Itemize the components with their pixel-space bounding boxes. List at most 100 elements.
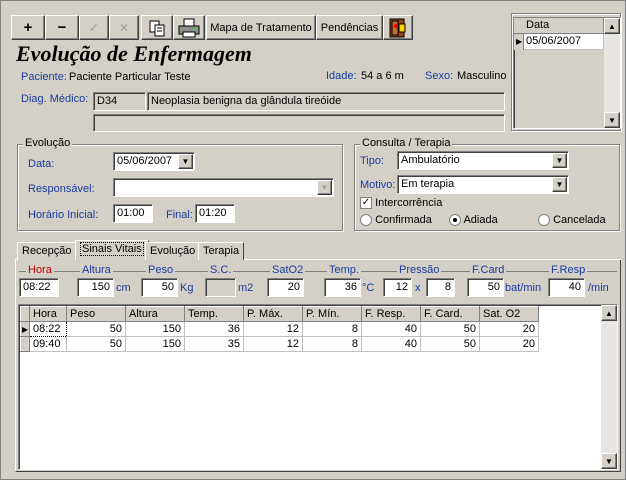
pressao-separator: x [415, 282, 421, 294]
vitals-grid[interactable]: Hora Peso Altura Temp. P. Máx. P. Mín. F… [18, 304, 618, 470]
column-header[interactable]: F. Resp. [361, 306, 421, 322]
sexo-label: Sexo: [425, 70, 454, 82]
radio-cancelada[interactable]: Cancelada [538, 214, 606, 227]
copy-icon [149, 20, 165, 36]
peso-unit: Kg [180, 282, 194, 294]
table-cell[interactable]: 12 [243, 321, 303, 337]
table-cell[interactable]: 09:40 [29, 336, 67, 352]
altura-input[interactable]: 150 [77, 278, 114, 297]
fcard-input[interactable]: 50 [467, 278, 504, 297]
table-cell[interactable]: 35 [184, 336, 244, 352]
evolucao-group-title: Evolução [23, 137, 73, 149]
table-cell[interactable]: 150 [125, 336, 185, 352]
scroll-up-icon[interactable]: ▲ [601, 305, 617, 321]
sato2-input[interactable]: 20 [267, 278, 304, 297]
date-list-header[interactable]: Data [514, 18, 604, 34]
table-cell[interactable]: 40 [361, 336, 421, 352]
copy-button[interactable] [141, 15, 173, 40]
tipo-select[interactable]: Ambulatório ▼ [397, 151, 569, 170]
column-header[interactable]: P. Mín. [302, 306, 362, 322]
date-list-scrollbar[interactable]: ▲ ▼ [604, 18, 620, 128]
data-field[interactable]: 05/06/2007 ▼ [113, 152, 195, 171]
tab-sinais-vitais[interactable]: Sinais Vitais [75, 240, 149, 260]
table-row[interactable]: 09:40 50 150 35 12 8 40 50 20 [20, 336, 539, 352]
table-cell[interactable]: 08:22 [29, 321, 67, 337]
peso-input[interactable]: 50 [141, 278, 178, 297]
tab-evolucao[interactable]: Evolução [145, 242, 201, 260]
fresp-unit: /min [588, 282, 609, 294]
horario-final-input[interactable]: 01:20 [195, 204, 235, 223]
scroll-down-icon[interactable]: ▼ [604, 112, 620, 128]
paciente-label: Paciente: [21, 71, 67, 83]
exit-button[interactable] [383, 15, 413, 40]
table-cell[interactable]: 50 [66, 336, 126, 352]
table-cell[interactable]: 20 [479, 336, 539, 352]
table-row[interactable]: ▶ 08:22 50 150 36 12 8 40 50 20 [20, 321, 539, 337]
pendencias-button[interactable]: Pendências [316, 15, 383, 40]
radio-confirmada[interactable]: Confirmada [360, 214, 432, 227]
consulta-group-title: Consulta / Terapia [360, 137, 453, 149]
tab-recepcao[interactable]: Recepção [17, 242, 77, 260]
column-header[interactable]: Hora [29, 306, 67, 322]
altura-label: Altura [80, 264, 113, 276]
column-header[interactable]: Temp. [184, 306, 244, 322]
intercorrencia-checkbox[interactable]: ✓ Intercorrência [360, 197, 442, 210]
table-cell[interactable]: 20 [479, 321, 539, 337]
table-cell[interactable]: 36 [184, 321, 244, 337]
column-header[interactable]: Sat. O2 [479, 306, 539, 322]
tipo-label: Tipo: [360, 155, 385, 167]
column-header[interactable]: Altura [125, 306, 185, 322]
radio-selected-icon[interactable] [449, 214, 461, 227]
table-cell[interactable]: 50 [66, 321, 126, 337]
row-indicator-icon: ▶ [514, 34, 524, 50]
grid-scrollbar[interactable]: ▲ ▼ [601, 305, 617, 469]
responsavel-select[interactable]: ▼ [113, 178, 334, 197]
exit-door-icon [389, 18, 406, 37]
hora-input[interactable]: 08:22 [19, 278, 59, 297]
table-cell[interactable]: 8 [302, 336, 362, 352]
tab-terapia[interactable]: Terapia [198, 242, 245, 260]
remove-button[interactable]: − [45, 15, 79, 40]
nursing-evolution-window: + − ✓ ✕ Mapa de Tratamento Pendências Ev… [0, 0, 626, 480]
checkmark-icon[interactable]: ✓ [360, 197, 372, 210]
add-button[interactable]: + [11, 15, 45, 40]
mapa-tratamento-button[interactable]: Mapa de Tratamento [206, 15, 316, 40]
table-cell[interactable]: 12 [243, 336, 303, 352]
confirm-button[interactable]: ✓ [79, 15, 109, 40]
table-cell[interactable]: 50 [420, 321, 480, 337]
tab-sinais-vitais-label: Sinais Vitais [80, 242, 144, 256]
radio-adiada[interactable]: Adiada [449, 214, 498, 227]
date-list-item[interactable]: 05/06/2007 [524, 34, 604, 50]
horario-inicial-input[interactable]: 01:00 [113, 204, 153, 223]
table-cell[interactable]: 40 [361, 321, 421, 337]
motivo-label: Motivo: [360, 179, 396, 191]
pressao-min-input[interactable]: 8 [426, 278, 455, 297]
temp-input[interactable]: 36 [324, 278, 361, 297]
radio-icon[interactable] [538, 214, 550, 227]
cancel-button[interactable]: ✕ [109, 15, 139, 40]
fresp-label: F.Resp [549, 264, 588, 276]
chevron-down-icon[interactable]: ▼ [552, 177, 567, 192]
motivo-select[interactable]: Em terapia ▼ [397, 175, 569, 194]
row-indicator-icon: ▶ [20, 321, 30, 337]
hora-label: Hora [26, 264, 54, 276]
chevron-down-icon[interactable]: ▼ [552, 153, 567, 168]
column-header[interactable]: Peso [66, 306, 126, 322]
column-header[interactable]: F. Card. [420, 306, 480, 322]
table-cell[interactable]: 8 [302, 321, 362, 337]
date-list[interactable]: Data ▶ 05/06/2007 ▲ ▼ [513, 17, 621, 129]
scroll-up-icon[interactable]: ▲ [604, 18, 620, 34]
column-header[interactable]: P. Máx. [243, 306, 303, 322]
fresp-input[interactable]: 40 [548, 278, 585, 297]
table-cell[interactable]: 150 [125, 321, 185, 337]
chevron-down-icon[interactable]: ▼ [317, 180, 332, 195]
scroll-down-icon[interactable]: ▼ [601, 453, 617, 469]
final-label: Final: [166, 209, 193, 221]
table-header-row: Hora Peso Altura Temp. P. Máx. P. Mín. F… [20, 306, 539, 322]
chevron-down-icon[interactable]: ▼ [178, 154, 193, 169]
print-button[interactable] [173, 15, 205, 40]
pressao-max-input[interactable]: 12 [383, 278, 412, 297]
table-cell[interactable]: 50 [420, 336, 480, 352]
radio-icon[interactable] [360, 214, 372, 227]
row-indicator [20, 336, 30, 352]
